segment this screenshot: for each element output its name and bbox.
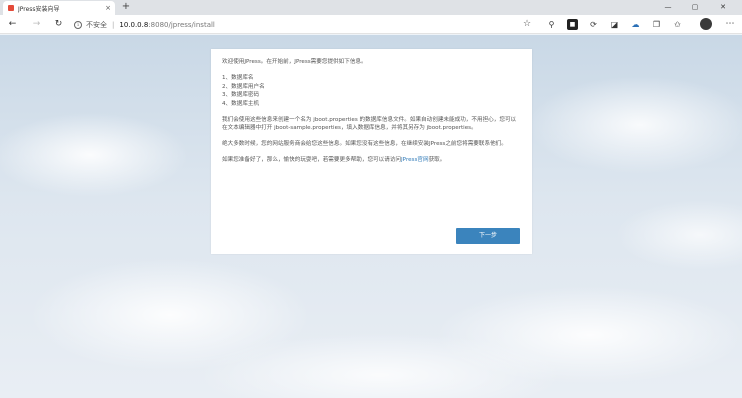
info-icon[interactable]: i [74, 20, 82, 29]
forward-button[interactable]: → [30, 18, 43, 31]
tab-close-icon[interactable]: × [103, 4, 113, 12]
collections-icon[interactable]: ❐ [651, 19, 662, 30]
help-text: 如果您准备好了，那么，愉快的玩耍吧，若需要更多帮助，您可以请访问JPress官网… [222, 156, 521, 164]
browser-menu-icon[interactable]: ⋯ [725, 18, 735, 30]
list-item: 4、数据库主机 [222, 100, 260, 107]
window-maximize-button[interactable]: ▢ [683, 1, 707, 13]
help-text-before: 如果您准备好了，那么，愉快的玩耍吧，若需要更多帮助，您可以请访问 [222, 157, 402, 164]
reload-button[interactable]: ↻ [52, 18, 65, 31]
address-separator: | [112, 20, 115, 29]
install-panel: 欢迎使用JPress。在开始前，JPress需要您提供如下信息。 1、数据库名 … [211, 49, 532, 254]
url-host: 10.0.0.8 [119, 20, 149, 29]
config-file-text: 我们会使用这些信息来创建一个名为 jboot.properties 的数据库信息… [222, 117, 517, 132]
extension-cloud-icon[interactable]: ☁ [630, 19, 641, 30]
list-item: 1、数据库名 [222, 75, 254, 81]
list-item: 3、数据库密码 [222, 92, 260, 99]
extension-translate-icon[interactable]: ◪ [609, 19, 620, 30]
window-close-button[interactable]: ✕ [711, 1, 735, 13]
jpress-site-link[interactable]: JPress官网 [401, 157, 429, 163]
intro-text: 欢迎使用JPress。在开始前，JPress需要您提供如下信息。 [222, 59, 367, 65]
address-bar[interactable]: i 不安全 | 10.0.0.8 :8080/jpress/install [74, 18, 534, 31]
extension-sync-icon[interactable]: ⟳ [588, 19, 599, 30]
browser-tab[interactable]: JPress安装向导 × [3, 1, 115, 15]
favicon-icon [8, 5, 14, 11]
browser-tabstrip: JPress安装向导 × + — ▢ ✕ [0, 0, 742, 15]
next-step-button[interactable]: 下一步 [456, 228, 520, 244]
extension-box-icon[interactable]: ■ [567, 19, 578, 30]
url-path: :8080/jpress/install [148, 20, 215, 29]
provider-info-text: 绝大多数时候，您的网站服务商会给您这些信息。如果您没有这些信息，在继续安装JPr… [222, 141, 507, 148]
window-minimize-button[interactable]: — [656, 1, 680, 13]
required-info-list: 1、数据库名 2、数据库用户名 3、数据库密码 4、数据库主机 [222, 74, 521, 108]
list-item: 2、数据库用户名 [222, 83, 265, 90]
favorites-icon[interactable]: ✩ [672, 19, 683, 30]
browser-toolbar: ← → ↻ i 不安全 | 10.0.0.8 :8080/jpress/inst… [0, 15, 742, 34]
back-button[interactable]: ← [6, 18, 19, 31]
profile-avatar[interactable] [700, 18, 712, 30]
new-tab-button[interactable]: + [120, 1, 132, 13]
security-label: 不安全 [86, 20, 107, 29]
help-text-after: 获取。 [428, 157, 446, 164]
tab-title: JPress安装向导 [18, 5, 60, 13]
favorite-star-icon[interactable]: ☆ [523, 18, 531, 31]
extension-pin-icon[interactable]: ⚲ [546, 19, 557, 30]
